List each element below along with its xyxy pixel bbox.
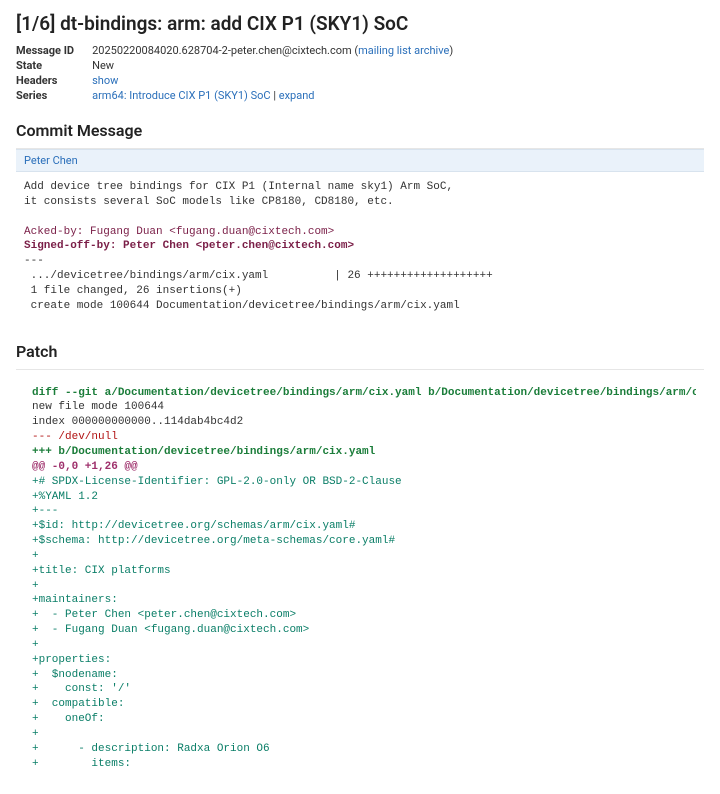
commit-body-1: Add device tree bindings for CIX P1 (Int…	[24, 181, 453, 208]
series-expand-link[interactable]: expand	[279, 89, 315, 102]
meta-table: Message ID 20250220084020.628704-2-peter…	[16, 43, 459, 103]
page-title: [1/6] dt-bindings: arm: add CIX P1 (SKY1…	[16, 12, 704, 35]
diff-plus: +++ b/Documentation/devicetree/bindings/…	[32, 446, 375, 458]
diff-added: +# SPDX-License-Identifier: GPL-2.0-only…	[32, 476, 402, 770]
mailing-list-archive-link[interactable]: mailing list archive	[358, 44, 449, 57]
commit-author-link[interactable]: Peter Chen	[24, 154, 78, 167]
headers-show-link[interactable]: show	[92, 74, 118, 87]
meta-message-id-label: Message ID	[16, 43, 92, 58]
series-link[interactable]: arm64: Introduce CIX P1 (SKY1) SoC	[92, 89, 271, 102]
meta-series-label: Series	[16, 88, 92, 103]
meta-headers-label: Headers	[16, 73, 92, 88]
commit-acked-by: Acked-by: Fugang Duan <fugang.duan@cixte…	[24, 226, 334, 238]
commit-message-heading: Commit Message	[16, 121, 704, 140]
meta-state-value: New	[92, 58, 459, 73]
diff-hunk: @@ -0,0 +1,26 @@	[32, 461, 138, 473]
meta-state-label: State	[16, 58, 92, 73]
commit-message-body: Add device tree bindings for CIX P1 (Int…	[16, 172, 704, 324]
patch-heading: Patch	[16, 342, 704, 361]
commit-signed-off: Signed-off-by: Peter Chen <peter.chen@ci…	[24, 240, 354, 252]
patch-box: diff --git a/Documentation/devicetree/bi…	[16, 369, 704, 782]
diff-minus: --- /dev/null	[32, 431, 118, 443]
patch-body: diff --git a/Documentation/devicetree/bi…	[24, 378, 696, 782]
commit-body-2: --- .../devicetree/bindings/arm/cix.yaml…	[24, 255, 493, 312]
diff-meta-mode: new file mode 100644	[32, 401, 164, 413]
diff-meta-index: index 000000000000..114dab4bc4d2	[32, 416, 243, 428]
commit-box: Peter Chen Add device tree bindings for …	[16, 148, 704, 324]
meta-message-id-value: 20250220084020.628704-2-peter.chen@cixte…	[92, 43, 459, 58]
diff-header: diff --git a/Documentation/devicetree/bi…	[32, 387, 696, 399]
message-id-text: 20250220084020.628704-2-peter.chen@cixte…	[92, 44, 352, 57]
